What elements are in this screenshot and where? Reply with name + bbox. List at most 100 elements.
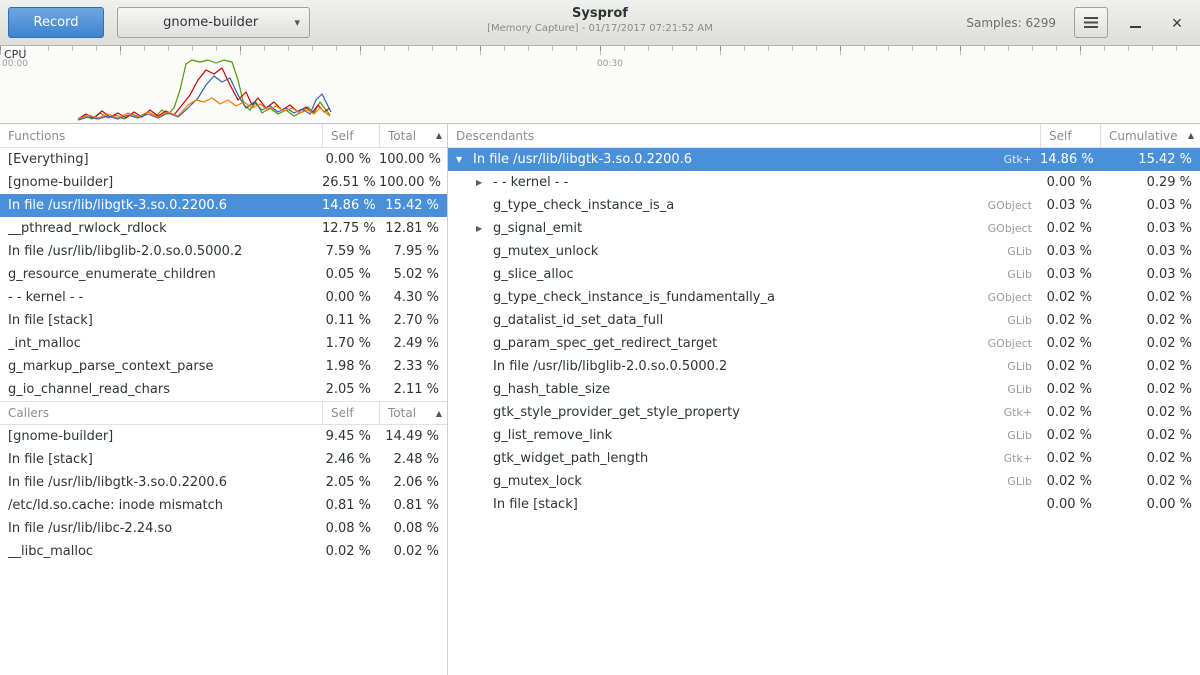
library-badge: GLib bbox=[997, 475, 1032, 488]
self-value: 26.51 % bbox=[322, 175, 379, 190]
functions-panel: Functions Self Total ▲ [Everything]0.00 … bbox=[0, 124, 447, 401]
callers-self-column-header[interactable]: Self bbox=[322, 402, 379, 424]
table-row[interactable]: [gnome-builder]9.45 %14.49 % bbox=[0, 425, 447, 448]
expander-open-icon[interactable]: ▼ bbox=[456, 155, 473, 164]
right-pane: Descendants Self Cumulative ▲ ▼In file /… bbox=[448, 124, 1200, 675]
tree-row[interactable]: g_param_spec_get_redirect_targetGObject0… bbox=[448, 332, 1200, 355]
descendant-name-cell: g_list_remove_linkGLib bbox=[448, 424, 1040, 447]
function-name: In file /usr/lib/libgtk-3.so.0.2200.6 bbox=[0, 194, 322, 217]
table-row[interactable]: [Everything]0.00 %100.00 % bbox=[0, 148, 447, 171]
library-badge: GObject bbox=[978, 337, 1032, 350]
tree-row[interactable]: g_mutex_unlockGLib0.03 %0.03 % bbox=[448, 240, 1200, 263]
total-value: 14.49 % bbox=[379, 429, 447, 444]
callers-total-column-label: Total bbox=[388, 406, 416, 420]
tree-row[interactable]: g_type_check_instance_is_fundamentally_a… bbox=[448, 286, 1200, 309]
tree-row[interactable]: gtk_widget_path_lengthGtk+0.02 %0.02 % bbox=[448, 447, 1200, 470]
table-row[interactable]: g_resource_enumerate_children0.05 %5.02 … bbox=[0, 263, 447, 286]
descendants-cumulative-column-header[interactable]: Cumulative ▲ bbox=[1100, 124, 1200, 147]
main-content: Functions Self Total ▲ [Everything]0.00 … bbox=[0, 124, 1200, 675]
functions-self-column-header[interactable]: Self bbox=[322, 124, 379, 147]
target-selector[interactable]: gnome-builder ▾ bbox=[117, 7, 310, 38]
table-row[interactable]: g_markup_parse_context_parse1.98 %2.33 % bbox=[0, 355, 447, 378]
self-value: 0.02 % bbox=[1040, 221, 1100, 236]
cumulative-value: 0.02 % bbox=[1100, 451, 1200, 466]
total-value: 2.49 % bbox=[379, 336, 447, 351]
cpu-sparkline bbox=[0, 50, 1200, 122]
table-row[interactable]: _int_malloc1.70 %2.49 % bbox=[0, 332, 447, 355]
minimize-button[interactable] bbox=[1120, 8, 1150, 38]
library-badge: GLib bbox=[997, 360, 1032, 373]
self-value: 0.00 % bbox=[322, 290, 379, 305]
close-button[interactable]: × bbox=[1162, 8, 1192, 38]
self-value: 2.05 % bbox=[322, 475, 379, 490]
descendants-column-header[interactable]: Descendants bbox=[448, 124, 1040, 147]
record-button[interactable]: Record bbox=[8, 7, 104, 38]
descendant-name: g_mutex_lock bbox=[493, 474, 582, 489]
table-row[interactable]: In file /usr/lib/libgtk-3.so.0.2200.614.… bbox=[0, 194, 447, 217]
function-name: [Everything] bbox=[0, 148, 322, 171]
tree-row[interactable]: In file /usr/lib/libglib-2.0.so.0.5000.2… bbox=[448, 355, 1200, 378]
tree-row[interactable]: g_mutex_lockGLib0.02 %0.02 % bbox=[448, 470, 1200, 493]
table-row[interactable]: - - kernel - -0.00 %4.30 % bbox=[0, 286, 447, 309]
function-name: In file /usr/lib/libglib-2.0.so.0.5000.2 bbox=[0, 240, 322, 263]
table-row[interactable]: __libc_malloc0.02 %0.02 % bbox=[0, 540, 447, 563]
table-row[interactable]: In file /usr/lib/libc-2.24.so0.08 %0.08 … bbox=[0, 517, 447, 540]
callers-column-header[interactable]: Callers bbox=[0, 402, 322, 424]
menu-button[interactable] bbox=[1074, 7, 1108, 38]
library-badge: GLib bbox=[997, 314, 1032, 327]
close-icon: × bbox=[1172, 14, 1183, 32]
total-value: 0.02 % bbox=[379, 544, 447, 559]
tree-row[interactable]: g_type_check_instance_is_aGObject0.03 %0… bbox=[448, 194, 1200, 217]
expander-closed-icon[interactable]: ▶ bbox=[476, 224, 493, 233]
descendant-name-cell: g_slice_allocGLib bbox=[448, 263, 1040, 286]
descendants-self-column-header[interactable]: Self bbox=[1040, 124, 1100, 147]
descendant-name-cell: g_datalist_id_set_data_fullGLib bbox=[448, 309, 1040, 332]
total-value: 2.06 % bbox=[379, 475, 447, 490]
self-value: 0.02 % bbox=[1040, 405, 1100, 420]
cpu-graph-area[interactable]: CPU 00:00 00:30 bbox=[0, 46, 1200, 124]
total-value: 100.00 % bbox=[379, 175, 447, 190]
descendants-cumulative-column-label: Cumulative bbox=[1109, 129, 1178, 143]
cumulative-value: 0.29 % bbox=[1100, 175, 1200, 190]
function-name: In file [stack] bbox=[0, 448, 322, 471]
total-value: 4.30 % bbox=[379, 290, 447, 305]
table-row[interactable]: __pthread_rwlock_rdlock12.75 %12.81 % bbox=[0, 217, 447, 240]
table-row[interactable]: In file /usr/lib/libgtk-3.so.0.2200.62.0… bbox=[0, 471, 447, 494]
self-value: 0.02 % bbox=[1040, 336, 1100, 351]
function-name: g_resource_enumerate_children bbox=[0, 263, 322, 286]
table-row[interactable]: [gnome-builder]26.51 %100.00 % bbox=[0, 171, 447, 194]
tree-row[interactable]: g_hash_table_sizeGLib0.02 %0.02 % bbox=[448, 378, 1200, 401]
library-badge: GLib bbox=[997, 383, 1032, 396]
tree-row[interactable]: ▶- - kernel - -0.00 %0.29 % bbox=[448, 171, 1200, 194]
tree-row[interactable]: ▼In file /usr/lib/libgtk-3.so.0.2200.6Gt… bbox=[448, 148, 1200, 171]
descendant-name: g_type_check_instance_is_a bbox=[493, 198, 674, 213]
self-value: 0.02 % bbox=[1040, 451, 1100, 466]
self-value: 14.86 % bbox=[1040, 152, 1100, 167]
cumulative-value: 0.03 % bbox=[1100, 198, 1200, 213]
tree-row[interactable]: gtk_style_provider_get_style_propertyGtk… bbox=[448, 401, 1200, 424]
tree-row[interactable]: g_datalist_id_set_data_fullGLib0.02 %0.0… bbox=[448, 309, 1200, 332]
descendant-name: In file [stack] bbox=[493, 497, 578, 512]
tree-row[interactable]: g_list_remove_linkGLib0.02 %0.02 % bbox=[448, 424, 1200, 447]
descendant-name-cell: g_type_check_instance_is_fundamentally_a… bbox=[448, 286, 1040, 309]
callers-total-column-header[interactable]: Total ▲ bbox=[379, 402, 447, 424]
descendant-name-cell: g_hash_table_sizeGLib bbox=[448, 378, 1040, 401]
descendants-tree: ▼In file /usr/lib/libgtk-3.so.0.2200.6Gt… bbox=[448, 148, 1200, 516]
table-row[interactable]: In file [stack]2.46 %2.48 % bbox=[0, 448, 447, 471]
library-badge: GObject bbox=[978, 291, 1032, 304]
table-row[interactable]: In file [stack]0.11 %2.70 % bbox=[0, 309, 447, 332]
descendant-name: g_signal_emit bbox=[493, 221, 582, 236]
table-row[interactable]: /etc/ld.so.cache: inode mismatch0.81 %0.… bbox=[0, 494, 447, 517]
functions-total-column-header[interactable]: Total ▲ bbox=[379, 124, 447, 147]
tree-row[interactable]: g_slice_allocGLib0.03 %0.03 % bbox=[448, 263, 1200, 286]
table-row[interactable]: g_io_channel_read_chars2.05 %2.11 % bbox=[0, 378, 447, 401]
left-pane: Functions Self Total ▲ [Everything]0.00 … bbox=[0, 124, 448, 675]
self-value: 0.08 % bbox=[322, 521, 379, 536]
self-value: 1.98 % bbox=[322, 359, 379, 374]
tree-row[interactable]: ▶g_signal_emitGObject0.02 %0.03 % bbox=[448, 217, 1200, 240]
expander-closed-icon[interactable]: ▶ bbox=[476, 178, 493, 187]
descendants-header-row: Descendants Self Cumulative ▲ bbox=[448, 124, 1200, 148]
table-row[interactable]: In file /usr/lib/libglib-2.0.so.0.5000.2… bbox=[0, 240, 447, 263]
tree-row[interactable]: In file [stack]0.00 %0.00 % bbox=[448, 493, 1200, 516]
functions-column-header[interactable]: Functions bbox=[0, 124, 322, 147]
